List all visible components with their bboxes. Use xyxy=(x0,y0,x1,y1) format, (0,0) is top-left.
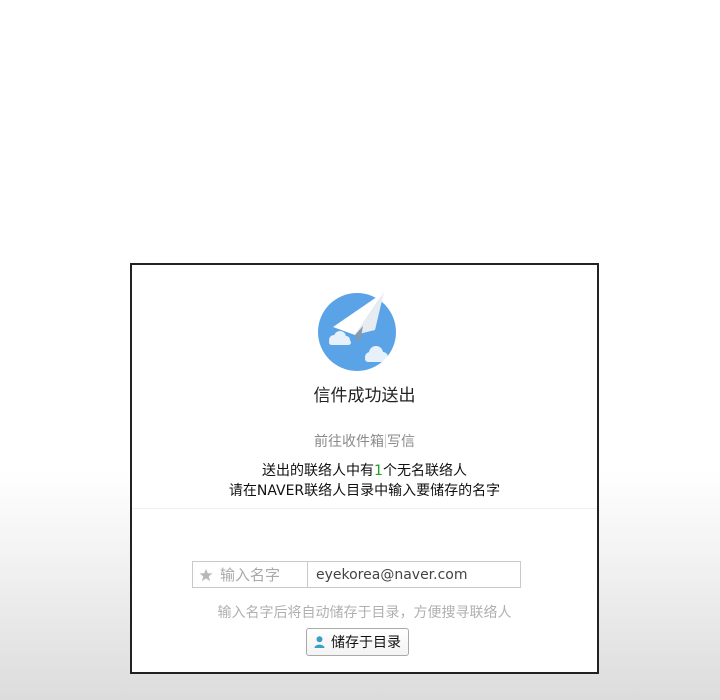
star-icon xyxy=(199,568,213,581)
contact-name-row: eyekorea@naver.com xyxy=(192,561,521,588)
send-success-dialog: 信件成功送出 前往收件箱 写信 送出的联络人中有1个无名联络人 请在NAVER联络… xyxy=(130,263,599,674)
name-cell xyxy=(193,562,308,587)
save-hint: 输入名字后将自动储存于目录，方便搜寻联络人 xyxy=(217,605,512,621)
save-to-directory-button[interactable]: 储存于目录 xyxy=(306,628,409,656)
unnamed-contacts-message: 送出的联络人中有1个无名联络人 请在NAVER联络人目录中输入要储存的名字 xyxy=(132,461,597,501)
section-divider xyxy=(132,508,597,509)
paper-plane-icon xyxy=(318,292,396,371)
contact-email: eyekorea@naver.com xyxy=(316,566,468,583)
unnamed-count: 1 xyxy=(374,463,383,479)
quick-links: 前往收件箱 写信 xyxy=(132,431,597,451)
message-line-1: 送出的联络人中有1个无名联络人 xyxy=(262,463,467,479)
person-icon xyxy=(314,636,325,648)
contact-name-input[interactable] xyxy=(220,565,300,584)
message-line-2: 请在NAVER联络人目录中输入要储存的名字 xyxy=(228,483,501,499)
dialog-title: 信件成功送出 xyxy=(313,386,416,406)
save-button-label: 储存于目录 xyxy=(331,635,401,651)
compose-link[interactable]: 写信 xyxy=(387,434,415,450)
link-divider xyxy=(385,434,386,448)
inbox-link[interactable]: 前往收件箱 xyxy=(314,434,384,450)
